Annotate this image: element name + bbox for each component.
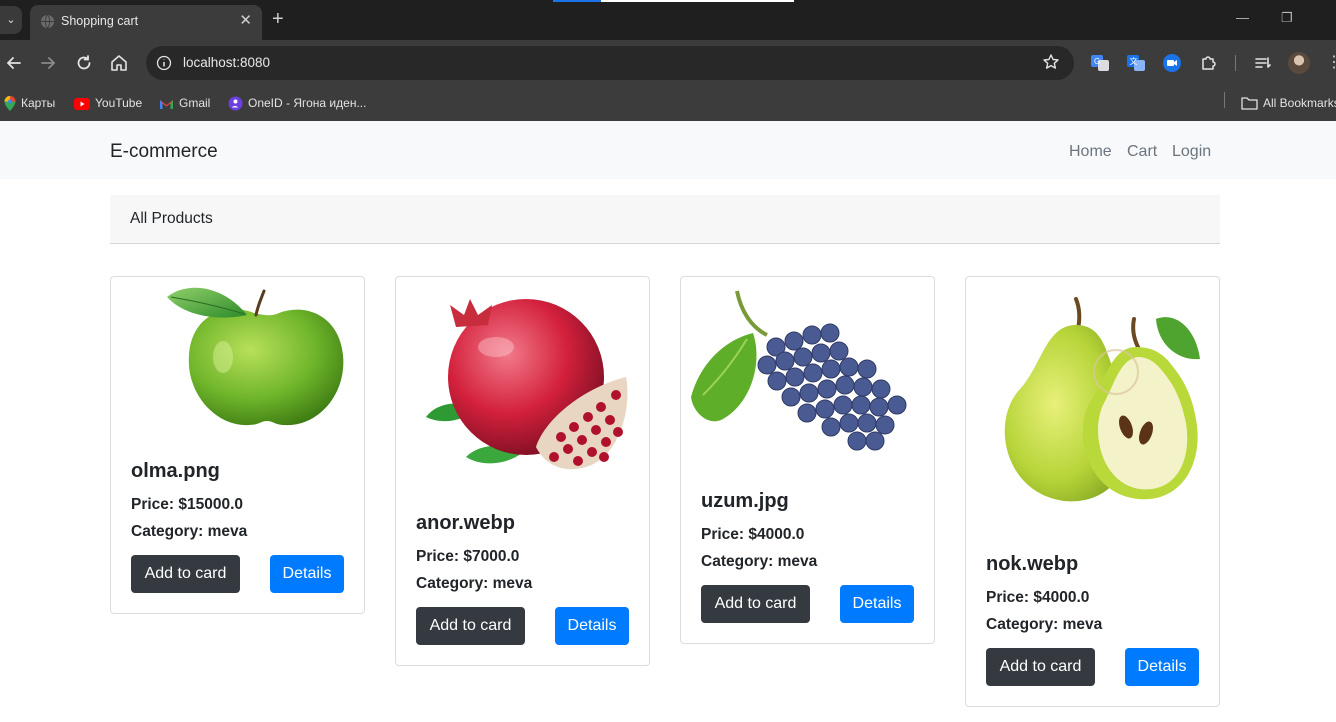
nav-login-link[interactable]: Login xyxy=(1172,143,1211,161)
section-title: All Products xyxy=(130,210,213,227)
home-icon[interactable] xyxy=(108,52,130,74)
restore-icon[interactable]: ❐ xyxy=(1281,10,1293,26)
all-bookmarks-label: All Bookmarks xyxy=(1263,96,1336,110)
details-button[interactable]: Details xyxy=(555,607,629,645)
product-name: uzum.jpg xyxy=(701,490,789,512)
tab-search-chevron-icon[interactable]: ⌄ xyxy=(0,6,22,34)
progress-accent-track xyxy=(601,0,794,2)
products-section-header: All Products xyxy=(110,195,1220,244)
bookmarks-bar: Карты YouTube Gmail OneID - Ягона иден..… xyxy=(0,86,1336,121)
product-name: olma.png xyxy=(131,460,220,482)
toolbar-divider xyxy=(1235,55,1236,71)
product-card: nok.webp Price: $4000.0 Category: meva A… xyxy=(965,276,1220,707)
site-info-icon[interactable] xyxy=(156,55,172,71)
bookmarks-divider xyxy=(1224,92,1225,108)
product-category: Category: meva xyxy=(131,523,248,540)
profile-avatar[interactable] xyxy=(1288,52,1310,74)
translate-icon[interactable]: 文 xyxy=(1126,53,1146,73)
nav-cart-link[interactable]: Cart xyxy=(1127,143,1157,161)
google-translate-icon[interactable]: G xyxy=(1090,53,1110,73)
bookmark-label: OneID - Ягона иден... xyxy=(248,96,367,110)
tab-shopping-cart[interactable]: Shopping cart ✕ xyxy=(30,5,262,40)
bookmark-youtube[interactable]: YouTube xyxy=(74,93,142,113)
site-navbar: E-commerce Home Cart Login xyxy=(0,121,1336,179)
forward-arrow-icon[interactable] xyxy=(37,52,59,74)
address-bar[interactable]: localhost:8080 xyxy=(146,46,1074,80)
product-image-grapes xyxy=(691,290,907,451)
product-image-pomegranate xyxy=(426,299,628,470)
tab-close-icon[interactable]: ✕ xyxy=(239,11,252,29)
minimize-icon[interactable]: — xyxy=(1236,10,1249,25)
reload-icon[interactable] xyxy=(73,52,95,74)
product-name: nok.webp xyxy=(986,553,1079,575)
product-category: Category: meva xyxy=(416,575,533,592)
bookmark-label: YouTube xyxy=(95,96,143,110)
new-tab-button[interactable]: + xyxy=(272,8,284,31)
product-name: anor.webp xyxy=(416,512,515,534)
product-price: Price: $7000.0 xyxy=(416,548,520,565)
product-card: olma.png Price: $15000.0 Category: meva … xyxy=(110,276,365,614)
product-price: Price: $15000.0 xyxy=(131,496,244,513)
add-to-cart-button[interactable]: Add to card xyxy=(986,648,1095,686)
extensions-puzzle-icon[interactable] xyxy=(1199,53,1219,73)
youtube-icon xyxy=(74,97,90,110)
progress-accent xyxy=(553,0,601,2)
bookmark-oneid[interactable]: OneID - Ягона иден... xyxy=(228,93,366,113)
nav-home-link[interactable]: Home xyxy=(1069,143,1112,161)
product-category: Category: meva xyxy=(701,553,818,570)
svg-text:G: G xyxy=(1094,57,1100,66)
details-button[interactable]: Details xyxy=(1125,648,1199,686)
back-arrow-icon[interactable] xyxy=(3,52,25,74)
details-button[interactable]: Details xyxy=(270,555,344,593)
product-card: uzum.jpg Price: $4000.0 Category: meva A… xyxy=(680,276,935,644)
video-call-icon[interactable] xyxy=(1162,53,1182,73)
bookmark-label: Карты xyxy=(21,96,56,110)
product-category: Category: meva xyxy=(986,616,1103,633)
more-menu-icon[interactable]: ⋮ xyxy=(1326,52,1336,72)
maps-pin-icon xyxy=(4,96,16,112)
product-card: anor.webp Price: $7000.0 Category: meva … xyxy=(395,276,650,666)
tab-title: Shopping cart xyxy=(61,14,139,28)
url-text: localhost:8080 xyxy=(183,55,271,70)
brand-logo[interactable]: E-commerce xyxy=(110,141,218,163)
bookmark-star-icon[interactable] xyxy=(1042,53,1060,71)
add-to-cart-button[interactable]: Add to card xyxy=(416,607,525,645)
browser-tabstrip: ⌄ Shopping cart ✕ + — ❐ xyxy=(0,0,1336,40)
add-to-cart-button[interactable]: Add to card xyxy=(701,585,810,623)
product-price: Price: $4000.0 xyxy=(701,526,805,543)
bookmark-maps[interactable]: Карты xyxy=(4,93,55,113)
folder-icon xyxy=(1241,97,1258,110)
bookmark-gmail[interactable]: Gmail xyxy=(159,93,210,113)
bookmark-label: Gmail xyxy=(179,96,211,110)
product-image-green-apple xyxy=(167,287,344,426)
product-image-pear xyxy=(1004,297,1200,502)
reading-list-icon[interactable] xyxy=(1253,53,1273,73)
oneid-icon xyxy=(228,96,243,111)
details-button[interactable]: Details xyxy=(840,585,914,623)
product-price: Price: $4000.0 xyxy=(986,589,1090,606)
browser-toolbar: localhost:8080 G 文 ⋮ xyxy=(0,40,1336,86)
globe-icon xyxy=(40,14,55,29)
svg-text:文: 文 xyxy=(1130,56,1138,66)
gmail-icon xyxy=(160,99,173,109)
all-bookmarks-button[interactable]: All Bookmarks xyxy=(1241,93,1336,113)
add-to-cart-button[interactable]: Add to card xyxy=(131,555,240,593)
